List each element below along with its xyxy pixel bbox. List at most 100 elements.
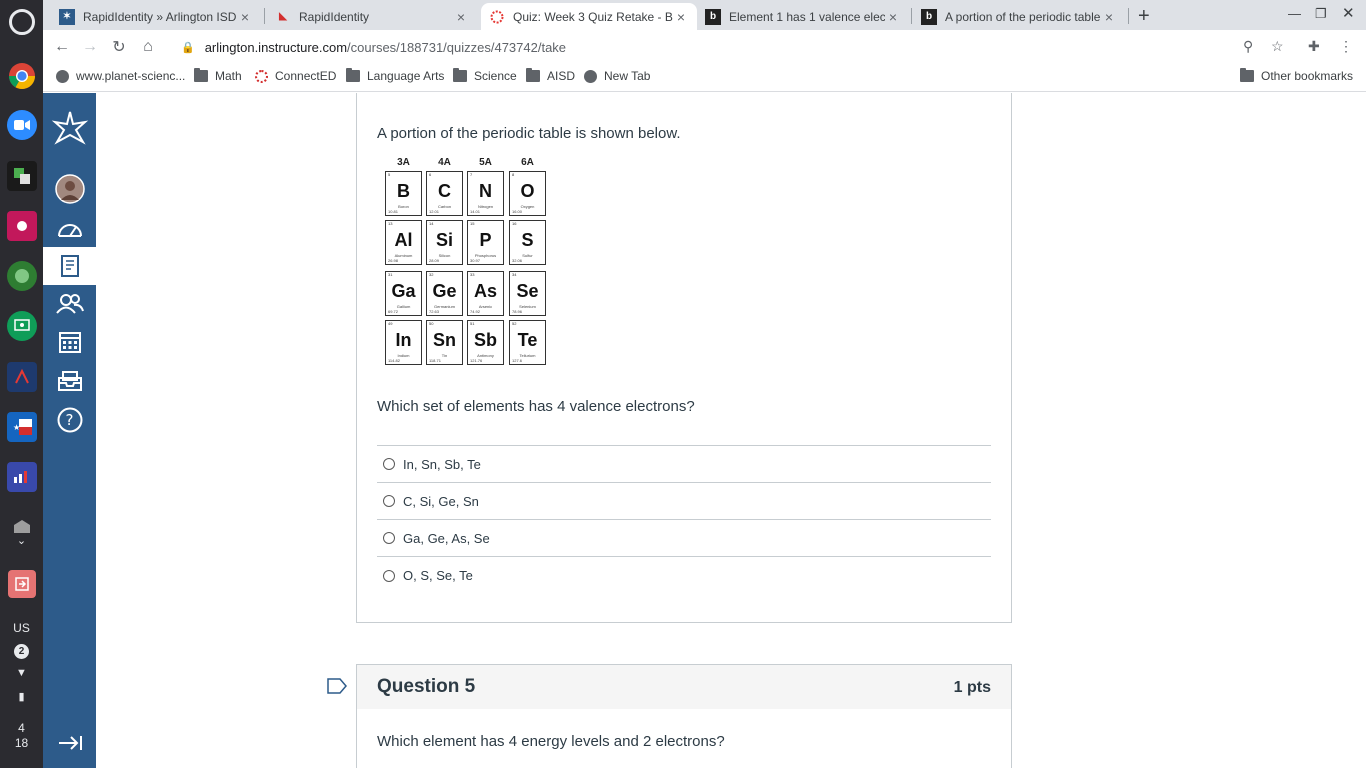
launcher-icon[interactable] bbox=[9, 9, 35, 35]
wifi-icon[interactable]: ▼ bbox=[0, 667, 43, 679]
bookmark-math[interactable]: Math bbox=[194, 68, 242, 83]
battery-icon[interactable]: ▮ bbox=[0, 690, 43, 703]
element-cell: 33 As Arsenic 74.92 bbox=[467, 271, 504, 316]
collapse-nav-icon[interactable] bbox=[43, 724, 96, 762]
account-avatar[interactable] bbox=[43, 170, 96, 208]
tab-rapididentity[interactable]: ◣ RapidIdentity × bbox=[267, 3, 477, 30]
tab-separator bbox=[264, 8, 265, 24]
radio-button[interactable] bbox=[383, 569, 395, 582]
bookmark-label: New Tab bbox=[604, 69, 651, 83]
courses-icon[interactable] bbox=[43, 247, 96, 285]
locale-indicator[interactable]: US bbox=[0, 621, 43, 635]
back-icon[interactable]: ← bbox=[51, 36, 73, 58]
atomic-number: 51 bbox=[470, 321, 475, 326]
app-icon-2[interactable] bbox=[7, 211, 37, 241]
atomic-mass: 121.76 bbox=[470, 358, 483, 363]
radio-button[interactable] bbox=[383, 458, 395, 470]
other-bookmarks[interactable]: Other bookmarks bbox=[1240, 68, 1354, 83]
calendar-icon[interactable] bbox=[43, 323, 96, 361]
bookmark-language-arts[interactable]: Language Arts bbox=[346, 68, 444, 83]
element-cell: 32 Ge Germanium 72.63 bbox=[426, 271, 463, 316]
address-bar[interactable]: 🔒 arlington.instructure.com/courses/1887… bbox=[167, 33, 1227, 61]
chevron-down-icon[interactable]: ⌄ bbox=[0, 534, 43, 547]
folder-icon bbox=[194, 68, 208, 82]
app-icon-1[interactable] bbox=[7, 161, 37, 191]
svg-text:?: ? bbox=[65, 411, 73, 429]
bookmark-new-tab[interactable]: New Tab bbox=[584, 69, 650, 83]
help-icon[interactable]: ? bbox=[43, 401, 96, 439]
bookmark-star-icon[interactable]: ☆ bbox=[1271, 38, 1284, 55]
element-cell: 13 Al Aluminum 26.98 bbox=[385, 220, 422, 265]
tab-separator bbox=[911, 8, 912, 24]
close-tab-icon[interactable]: × bbox=[237, 9, 253, 25]
inbox-icon[interactable] bbox=[43, 362, 96, 400]
answer-option[interactable]: In, Sn, Sb, Te bbox=[377, 446, 991, 483]
app-icon-4[interactable] bbox=[7, 362, 37, 392]
element-symbol: Sn bbox=[432, 330, 456, 350]
other-bookmarks-label: Other bookmarks bbox=[1261, 69, 1354, 83]
globe-icon bbox=[56, 69, 69, 83]
minimize-icon[interactable]: — bbox=[1288, 6, 1301, 21]
lock-icon[interactable]: 🔒 bbox=[181, 41, 195, 54]
bookmark-label: ConnectED bbox=[275, 69, 337, 83]
connected-icon bbox=[255, 69, 268, 83]
extensions-icon[interactable]: ✚ bbox=[1308, 38, 1320, 55]
new-tab-icon[interactable]: + bbox=[1138, 5, 1150, 28]
tab-rapididentity-arlington[interactable]: ✶ RapidIdentity » Arlington ISD × bbox=[51, 3, 261, 30]
district-logo-icon[interactable] bbox=[43, 105, 96, 155]
bookmark-connected[interactable]: ConnectED bbox=[255, 69, 336, 83]
home-icon[interactable]: ⌂ bbox=[137, 36, 159, 58]
answer-option[interactable]: O, S, Se, Te bbox=[377, 557, 991, 594]
close-window-icon[interactable]: ✕ bbox=[1342, 4, 1355, 22]
tab-title: RapidIdentity bbox=[299, 9, 370, 24]
atomic-mass: 30.97 bbox=[470, 258, 481, 263]
clock-minute: 18 bbox=[14, 736, 29, 750]
atomic-mass: 69.72 bbox=[388, 309, 399, 314]
element-symbol: Te bbox=[517, 330, 538, 350]
close-tab-icon[interactable]: × bbox=[453, 9, 469, 25]
bookmark-aisd[interactable]: AISD bbox=[526, 68, 575, 83]
exit-app-icon[interactable] bbox=[8, 570, 36, 598]
groups-icon[interactable] bbox=[43, 285, 96, 323]
close-tab-icon[interactable]: × bbox=[885, 9, 901, 25]
bookmark-science[interactable]: Science bbox=[453, 68, 517, 83]
chrome-app-icon[interactable] bbox=[7, 61, 37, 91]
tab-strip: ✶ RapidIdentity » Arlington ISD × ◣ Rapi… bbox=[43, 0, 1366, 30]
close-tab-icon[interactable]: × bbox=[673, 9, 689, 25]
radio-button[interactable] bbox=[383, 532, 395, 544]
data-manager-app-icon[interactable] bbox=[7, 462, 37, 492]
tab-element-valence[interactable]: b Element 1 has 1 valence electron × bbox=[697, 3, 909, 30]
atomic-number: 31 bbox=[388, 272, 393, 277]
zoom-app-icon[interactable] bbox=[7, 110, 37, 140]
element-cell: 14 Si Silicon 28.09 bbox=[426, 220, 463, 265]
atomic-number: 34 bbox=[512, 272, 517, 277]
restore-icon[interactable]: ❐ bbox=[1315, 6, 1327, 22]
reload-icon[interactable]: ↻ bbox=[108, 36, 130, 58]
answer-label: Ga, Ge, As, Se bbox=[403, 530, 490, 546]
zoom-icon[interactable]: ⚲ bbox=[1243, 38, 1253, 55]
answer-label: O, S, Se, Te bbox=[403, 568, 473, 583]
answer-option[interactable]: Ga, Ge, As, Se bbox=[377, 520, 991, 557]
flag-question-icon[interactable] bbox=[326, 677, 348, 695]
forward-icon[interactable]: → bbox=[79, 36, 101, 58]
menu-icon[interactable]: ⋮ bbox=[1339, 38, 1353, 55]
classroom-app-icon[interactable] bbox=[7, 311, 37, 341]
app-icon-3[interactable] bbox=[7, 261, 37, 291]
bookmark-planet-science[interactable]: www.planet-scienc... bbox=[56, 69, 185, 83]
tab-periodic-table[interactable]: b A portion of the periodic table is s × bbox=[913, 3, 1125, 30]
atomic-mass: 28.09 bbox=[429, 258, 440, 263]
dashboard-icon[interactable] bbox=[43, 210, 96, 248]
tab-quiz[interactable]: Quiz: Week 3 Quiz Retake - Bohr M × bbox=[481, 3, 697, 30]
notification-count[interactable]: 2 bbox=[0, 643, 43, 659]
close-tab-icon[interactable]: × bbox=[1101, 9, 1117, 25]
element-cell: 5 B Boron 10.81 bbox=[385, 171, 422, 216]
texas-app-icon[interactable]: ★ bbox=[7, 412, 37, 442]
tab-title: A portion of the periodic table is s bbox=[945, 9, 1101, 24]
atomic-mass: 72.63 bbox=[429, 309, 440, 314]
radio-button[interactable] bbox=[383, 495, 395, 507]
question-4-box: A portion of the periodic table is shown… bbox=[356, 93, 1012, 623]
tab-title: RapidIdentity » Arlington ISD bbox=[83, 9, 237, 24]
answer-option[interactable]: C, Si, Ge, Sn bbox=[377, 483, 991, 520]
clock[interactable]: 4 18 bbox=[0, 721, 43, 751]
bookmark-label: Math bbox=[215, 69, 242, 83]
